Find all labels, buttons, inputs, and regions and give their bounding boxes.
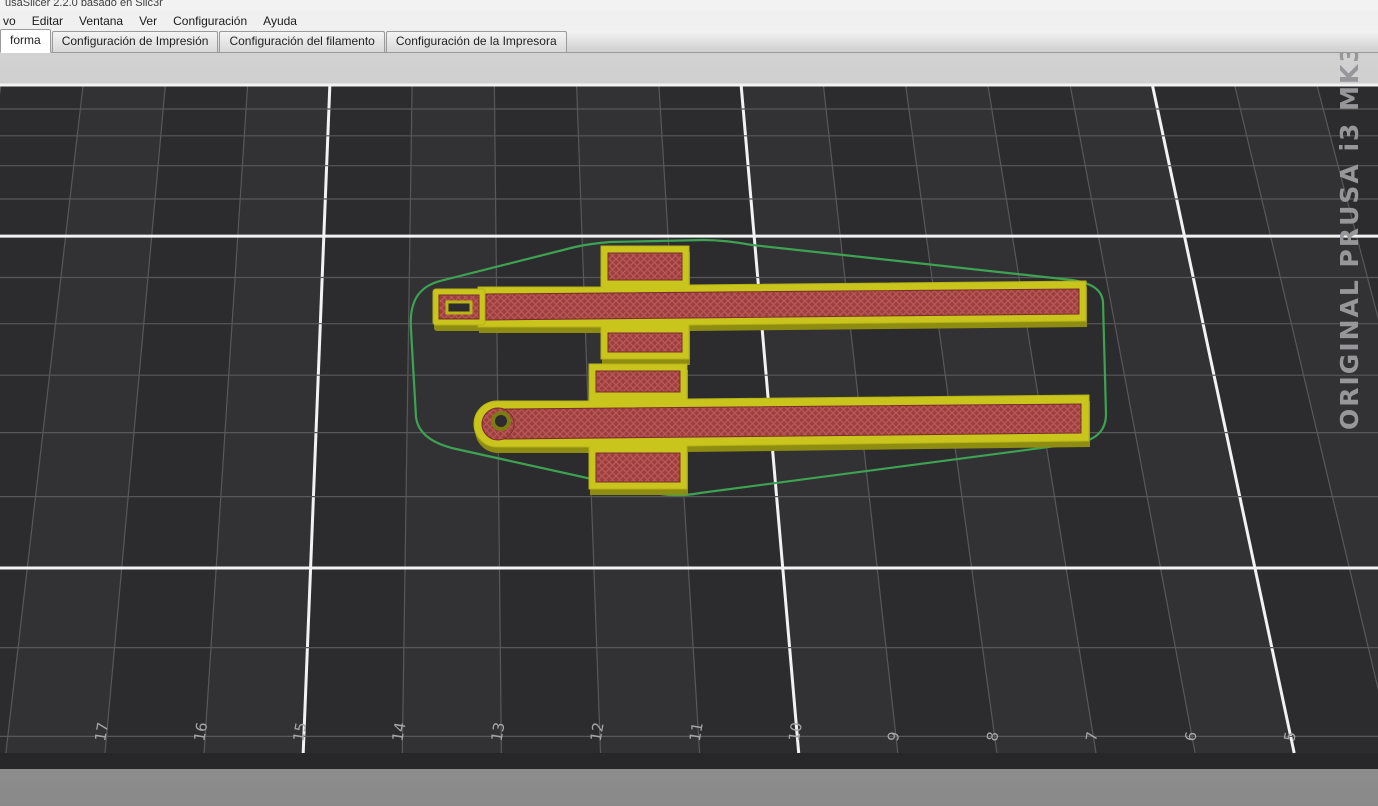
model-object-1-infill-bar <box>485 288 1080 321</box>
tab-configuracion-impresion[interactable]: Configuración de Impresión <box>51 31 219 52</box>
svg-text:11: 11 <box>686 721 707 743</box>
svg-text:13: 13 <box>488 721 509 743</box>
menu-item-configuracion[interactable]: Configuración <box>165 14 255 28</box>
model-object-2-infill-crossbar-top <box>595 370 681 393</box>
settings-tab-bar: forma Configuración de Impresión Configu… <box>0 29 1378 53</box>
svg-text:15: 15 <box>289 721 310 743</box>
menu-item-archivo[interactable]: vo <box>0 14 24 28</box>
menu-item-ayuda[interactable]: Ayuda <box>255 14 305 28</box>
model-object-2-hole <box>495 415 507 427</box>
tab-plataforma[interactable]: forma <box>0 29 51 53</box>
menu-item-ventana[interactable]: Ventana <box>71 14 131 28</box>
window-titlebar: usaSlicer 2.2.0 basado en Slic3r <box>0 0 1378 11</box>
svg-text:16: 16 <box>190 721 211 743</box>
model-object-1-infill-crossbar-bottom <box>607 332 683 353</box>
menu-item-editar[interactable]: Editar <box>24 14 71 28</box>
model-object-1-keyring-hole <box>445 300 473 315</box>
model-object-1-infill-crossbar-top <box>607 252 683 281</box>
svg-text:12: 12 <box>587 721 608 743</box>
model-object-2-infill-crossbar-bottom <box>595 452 681 483</box>
svg-text:14: 14 <box>389 721 410 743</box>
svg-text:17: 17 <box>91 721 112 743</box>
tab-configuracion-filamento[interactable]: Configuración del filamento <box>219 31 385 52</box>
print-bed-front-edge <box>0 753 1378 769</box>
model-object-2-infill-bar <box>504 403 1082 440</box>
3d-viewport[interactable]: 17 16 15 14 13 12 11 10 9 8 7 6 5 ORIGINAL PRUSA i3 … <box>0 53 1378 806</box>
menu-item-ver[interactable]: Ver <box>131 14 165 28</box>
menu-bar: vo Editar Ventana Ver Configuración Ayud… <box>0 11 1378 31</box>
bed-brand-label: ORIGINAL PRUSA i3 MK3 <box>1335 53 1364 430</box>
svg-text:10: 10 <box>785 721 806 743</box>
window-title: usaSlicer 2.2.0 basado en Slic3r <box>5 0 163 9</box>
tab-configuracion-impresora[interactable]: Configuración de la Impresora <box>385 31 567 52</box>
